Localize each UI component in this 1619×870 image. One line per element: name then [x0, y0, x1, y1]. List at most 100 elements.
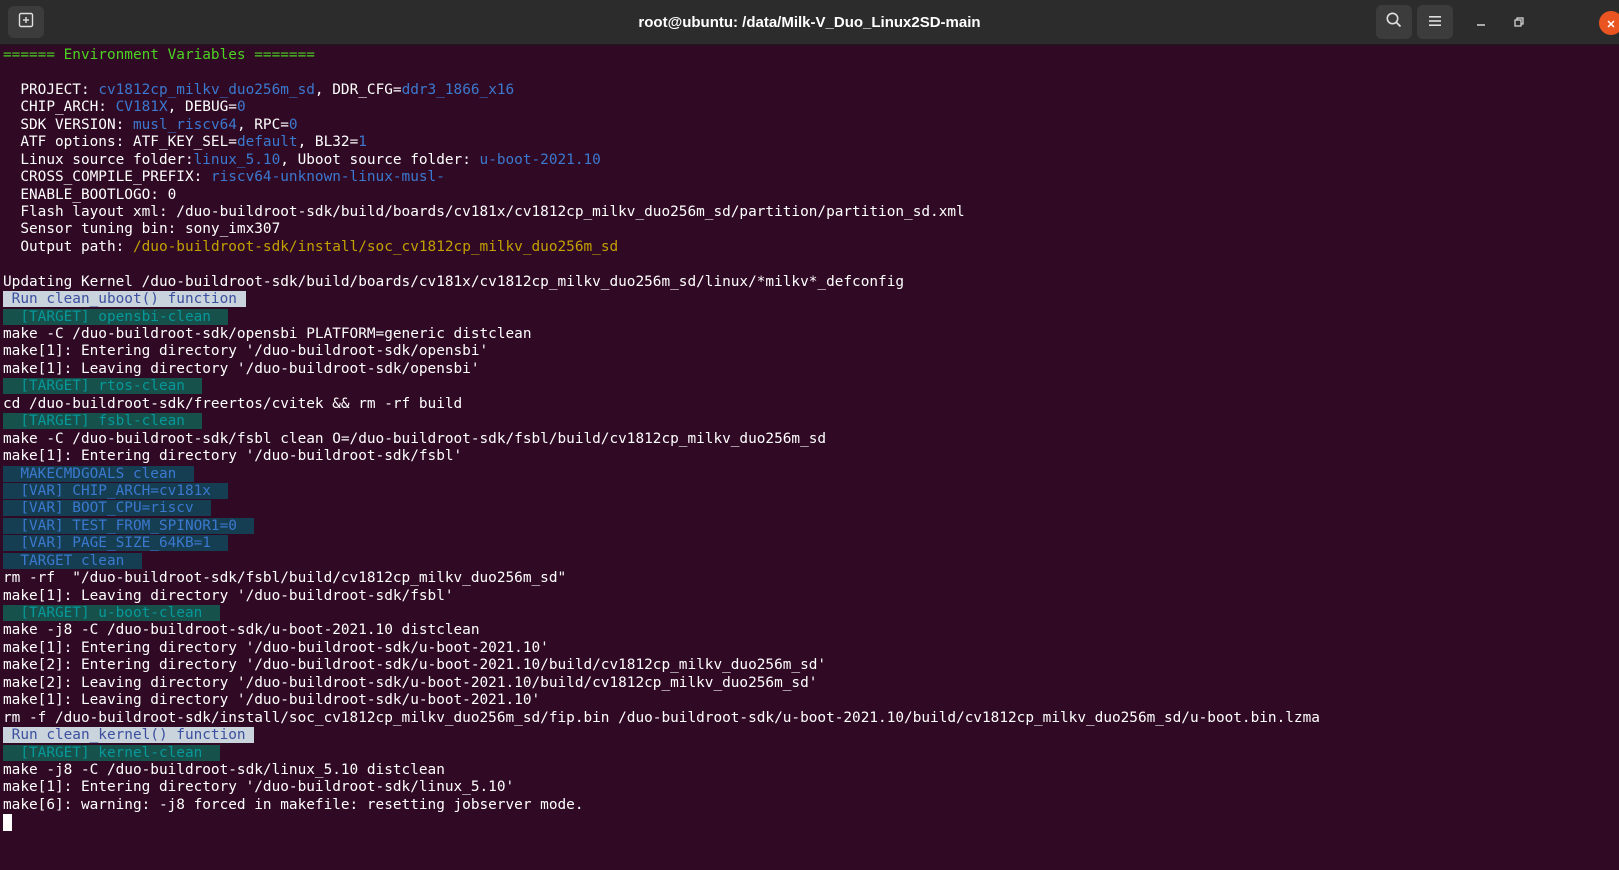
target-banner: [TARGET] rtos-clean: [3, 378, 203, 395]
log-text: make[1]: Leaving directory '/duo-buildro…: [3, 360, 480, 377]
env-flash-layout: Flash layout xml: /duo-buildroot-sdk/bui…: [3, 203, 965, 220]
env-key: CROSS_COMPILE_PREFIX:: [3, 169, 211, 186]
log-line: Updating Kernel /duo-buildroot-sdk/build…: [3, 274, 1613, 291]
env-key: Linux source folder:: [3, 151, 194, 168]
log-line: make -j8 -C /duo-buildroot-sdk/linux_5.1…: [3, 762, 1613, 779]
env-key: , Uboot source folder:: [280, 151, 480, 168]
log-text: make[1]: Entering directory '/duo-buildr…: [3, 343, 489, 360]
env-value: 1: [358, 134, 367, 151]
close-icon: [1606, 14, 1616, 33]
log-line: make[1]: Leaving directory '/duo-buildro…: [3, 588, 1613, 605]
log-text: cd /duo-buildroot-sdk/freertos/cvitek &&…: [3, 395, 463, 412]
cursor-line: [3, 814, 1613, 832]
var-banner: [VAR] BOOT_CPU=riscv: [3, 500, 211, 517]
log-text: make[6]: warning: -j8 forced in makefile…: [3, 796, 584, 813]
function-banner: Run clean_kernel() function: [3, 727, 255, 744]
env-key: , DDR_CFG=: [314, 81, 402, 98]
env-value: ddr3_1866_x16: [401, 81, 515, 98]
log-text: Updating Kernel /duo-buildroot-sdk/build…: [3, 273, 905, 290]
minimize-icon: [1475, 13, 1487, 32]
env-key: , RPC=: [236, 116, 289, 133]
log-line: [TARGET] fsbl-clean: [3, 413, 1613, 430]
log-text: make -C /duo-buildroot-sdk/opensbi PLATF…: [3, 326, 532, 342]
env-key: SDK VERSION:: [3, 116, 133, 133]
env-value: default: [236, 134, 298, 151]
log-text: make[1]: Entering directory '/duo-buildr…: [3, 448, 463, 465]
env-header: ====== Environment Variables =======: [3, 47, 315, 63]
var-banner: [VAR] CHIP_ARCH=cv181x: [3, 482, 229, 499]
log-line: make[1]: Entering directory '/duo-buildr…: [3, 779, 1613, 796]
env-value: /duo-buildroot-sdk/install/soc_cv1812cp_…: [132, 238, 619, 255]
log-text: make -C /duo-buildroot-sdk/fsbl clean O=…: [3, 430, 827, 447]
log-line: [TARGET] kernel-clean: [3, 744, 1613, 762]
env-source-folders: Linux source folder:linux_5.10, Uboot so…: [3, 152, 1613, 169]
env-sensor: Sensor tuning bin: sony_imx307: [3, 221, 281, 238]
env-value: 0: [288, 116, 298, 133]
target-banner: [TARGET] kernel-clean: [3, 744, 220, 761]
env-cross-compile: CROSS_COMPILE_PREFIX: riscv64-unknown-li…: [3, 169, 1613, 186]
log-line: make[6]: warning: -j8 forced in makefile…: [3, 797, 1613, 814]
env-value: CV181X: [115, 99, 168, 116]
log-line: make[2]: Leaving directory '/duo-buildro…: [3, 675, 1613, 692]
target-banner: [TARGET] fsbl-clean: [3, 413, 203, 430]
log-line: make[1]: Leaving directory '/duo-buildro…: [3, 361, 1613, 378]
log-line: rm -f /duo-buildroot-sdk/install/soc_cv1…: [3, 710, 1613, 727]
search-button[interactable]: [1376, 5, 1412, 39]
log-line: MAKECMDGOALS clean: [3, 465, 1613, 483]
restore-icon: [1513, 13, 1525, 32]
menu-button[interactable]: [1417, 5, 1453, 39]
log-line: [VAR] PAGE_SIZE_64KB=1: [3, 535, 1613, 552]
minimize-button[interactable]: [1471, 12, 1491, 32]
log-line: rm -rf "/duo-buildroot-sdk/fsbl/build/cv…: [3, 570, 1613, 587]
log-line: make -C /duo-buildroot-sdk/fsbl clean O=…: [3, 431, 1613, 448]
log-line: [TARGET] rtos-clean: [3, 378, 1613, 395]
log-text: make[2]: Leaving directory '/duo-buildro…: [3, 674, 818, 691]
terminal-output[interactable]: ====== Environment Variables ======= PRO…: [3, 47, 1613, 867]
log-text: make -j8 -C /duo-buildroot-sdk/linux_5.1…: [3, 761, 445, 778]
build-log: Updating Kernel /duo-buildroot-sdk/build…: [3, 274, 1613, 815]
env-value: 0: [236, 99, 246, 116]
hamburger-menu-icon: [1427, 13, 1443, 32]
var-banner: [VAR] TEST_FROM_SPINOR1=0: [3, 517, 255, 534]
log-text: make[2]: Entering directory '/duo-buildr…: [3, 657, 827, 674]
env-chip-arch: CHIP_ARCH: CV181X, DEBUG=0: [3, 99, 1613, 116]
log-line: [VAR] TEST_FROM_SPINOR1=0: [3, 517, 1613, 535]
env-key: ATF options: ATF_KEY_SEL=: [3, 134, 237, 151]
env-value: riscv64-unknown-linux-musl-: [210, 169, 445, 186]
log-line: make -C /duo-buildroot-sdk/opensbi PLATF…: [3, 326, 1613, 343]
target-banner: [TARGET] u-boot-clean: [3, 605, 220, 621]
log-line: make[2]: Entering directory '/duo-buildr…: [3, 657, 1613, 674]
var-banner: MAKECMDGOALS clean: [3, 465, 194, 482]
log-text: make -j8 -C /duo-buildroot-sdk/u-boot-20…: [3, 622, 480, 639]
log-line: make[1]: Entering directory '/duo-buildr…: [3, 343, 1613, 360]
env-project: PROJECT: cv1812cp_milkv_duo256m_sd, DDR_…: [3, 82, 1613, 99]
env-bootlogo: ENABLE_BOOTLOGO: 0: [3, 186, 177, 203]
env-key: CHIP_ARCH:: [3, 99, 116, 116]
log-line: make[1]: Entering directory '/duo-buildr…: [3, 640, 1613, 657]
log-line: TARGET clean: [3, 552, 1613, 570]
function-banner: Run clean_uboot() function: [3, 291, 246, 308]
log-line: [TARGET] u-boot-clean: [3, 605, 1613, 622]
env-key: , BL32=: [297, 134, 359, 151]
env-key: PROJECT:: [3, 81, 99, 98]
env-key: , DEBUG=: [167, 99, 237, 116]
log-line: make[1]: Entering directory '/duo-buildr…: [3, 448, 1613, 465]
env-value: u-boot-2021.10: [479, 151, 601, 168]
log-line: Run clean_kernel() function: [3, 727, 1613, 744]
log-line: make -j8 -C /duo-buildroot-sdk/u-boot-20…: [3, 622, 1613, 639]
log-line: [VAR] BOOT_CPU=riscv: [3, 500, 1613, 517]
restore-button[interactable]: [1509, 12, 1529, 32]
target-banner: [TARGET] opensbi-clean: [3, 308, 229, 325]
title-bar: root@ubuntu: /data/Milk-V_Duo_Linux2SD-m…: [0, 0, 1619, 45]
log-line: [VAR] CHIP_ARCH=cv181x: [3, 482, 1613, 500]
close-button[interactable]: [1599, 11, 1619, 35]
log-text: make[1]: Entering directory '/duo-buildr…: [3, 779, 515, 796]
log-line: make[1]: Leaving directory '/duo-buildro…: [3, 692, 1613, 709]
env-value: cv1812cp_milkv_duo256m_sd: [98, 81, 315, 98]
log-text: rm -f /duo-buildroot-sdk/install/soc_cv1…: [3, 709, 1320, 726]
search-icon: [1385, 11, 1403, 33]
env-atf-options: ATF options: ATF_KEY_SEL=default, BL32=1: [3, 134, 1613, 151]
var-banner: [VAR] PAGE_SIZE_64KB=1: [3, 535, 229, 552]
log-line: cd /duo-buildroot-sdk/freertos/cvitek &&…: [3, 396, 1613, 413]
